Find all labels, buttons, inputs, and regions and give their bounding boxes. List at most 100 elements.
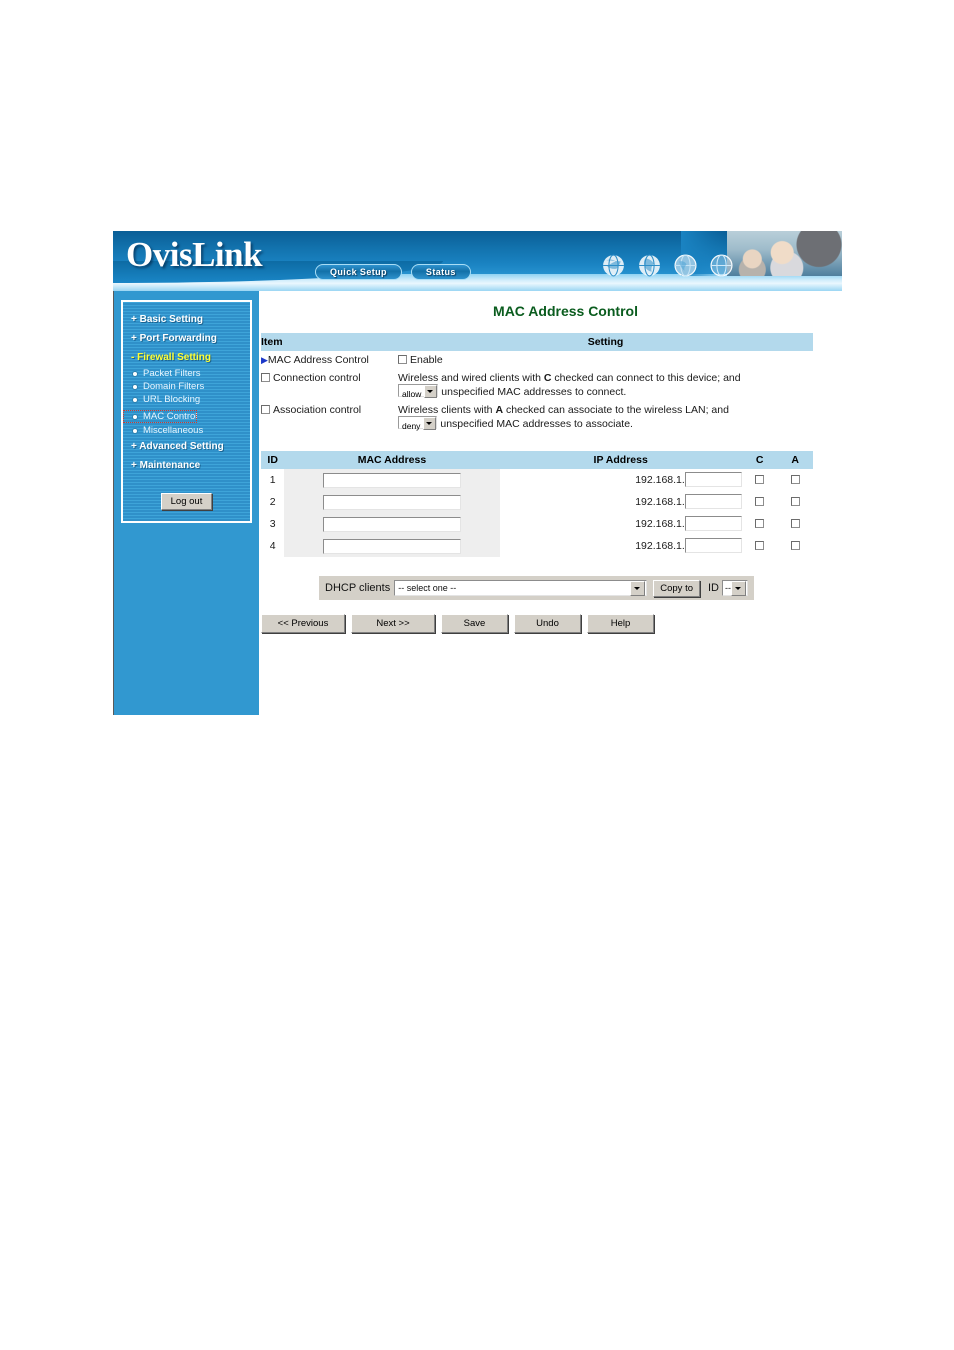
previous-button[interactable]: << Previous <box>261 614 345 633</box>
dhcp-clients-panel: DHCP clients -- select one -- Copy to ID… <box>319 576 754 600</box>
save-button[interactable]: Save <box>441 614 508 633</box>
sidebar-item-miscellaneous[interactable]: Miscellaneous <box>123 424 250 437</box>
settings-table: Item Setting ▶MAC Address Control Enable… <box>261 333 813 433</box>
ip-suffix-input-3[interactable] <box>684 516 742 531</box>
label-mac-address-control-cell: ▶MAC Address Control <box>261 351 398 369</box>
label-mac-address-control: MAC Address Control <box>267 354 369 366</box>
c-checkbox-3[interactable] <box>755 519 765 528</box>
undo-button[interactable]: Undo <box>514 614 581 633</box>
sidebar: + Basic Setting + Port Forwarding - Fire… <box>113 291 259 715</box>
a-checkbox-1[interactable] <box>790 475 800 484</box>
c-checkbox-1[interactable] <box>755 475 765 484</box>
label-connection-control-cell: Connection control <box>261 369 398 401</box>
status-button[interactable]: Status <box>410 264 471 280</box>
main-content: MAC Address Control Item Setting ▶MAC Ad… <box>259 291 842 715</box>
ip-suffix-input-1[interactable] <box>684 472 742 487</box>
column-header-a: A <box>777 451 813 469</box>
ip-suffix-input-4[interactable] <box>684 538 742 553</box>
logout-button[interactable]: Log out <box>160 493 213 510</box>
chevron-down-icon <box>424 385 438 398</box>
sidebar-item-firewall-setting[interactable]: - Firewall Setting <box>123 348 250 367</box>
c-checkbox-2[interactable] <box>755 497 765 506</box>
column-header-ip-address: IP Address <box>499 451 742 469</box>
row-connection-control: Connection control Wireless and wired cl… <box>261 369 813 401</box>
sidebar-item-port-forwarding[interactable]: + Port Forwarding <box>123 329 250 348</box>
row-mac-address-control: ▶MAC Address Control Enable <box>261 351 813 369</box>
connection-text-tail: unspecified MAC addresses to connect. <box>438 386 627 398</box>
cell-mac-address <box>284 491 500 513</box>
column-header-mac-address: MAC Address <box>284 451 500 469</box>
sidebar-item-packet-filters[interactable]: Packet Filters <box>123 367 250 380</box>
table-row: 4 192.168.1. <box>261 535 813 557</box>
chevron-down-icon <box>731 580 746 596</box>
sidebar-item-url-blocking[interactable]: URL Blocking <box>123 393 250 406</box>
a-checkbox-2[interactable] <box>790 497 800 506</box>
enable-checkbox[interactable] <box>398 355 407 364</box>
connection-text-before: Wireless and wired clients with <box>398 372 544 384</box>
row-association-control: Association control Wireless clients wit… <box>261 401 813 433</box>
ip-prefix-4: 192.168.1. <box>635 540 685 552</box>
label-connection-control: Connection control <box>273 372 361 384</box>
label-association-control-cell: Association control <box>261 401 398 433</box>
connection-policy-select[interactable]: allow <box>398 384 439 399</box>
sidebar-item-mac-control[interactable]: MAC Control <box>123 410 198 423</box>
dhcp-clients-select[interactable]: -- select one -- <box>394 580 648 596</box>
page-title: MAC Address Control <box>493 303 638 319</box>
cell-association-control-setting: Wireless clients with A checked can asso… <box>398 401 813 433</box>
table-row: 3 192.168.1. <box>261 513 813 535</box>
mac-address-input-3[interactable] <box>322 516 461 532</box>
connection-control-checkbox[interactable] <box>261 373 270 382</box>
mac-address-input-4[interactable] <box>322 538 461 554</box>
settings-table-header-row: Item Setting <box>261 333 813 351</box>
dhcp-clients-label: DHCP clients <box>325 582 391 594</box>
next-button[interactable]: Next >> <box>351 614 435 633</box>
cell-row-id: 2 <box>261 491 285 513</box>
mac-table-header-row: ID MAC Address IP Address C A <box>261 451 813 469</box>
globe-icon-4 <box>710 254 733 277</box>
association-text-tail: unspecified MAC addresses to associate. <box>437 418 633 430</box>
cell-c <box>741 535 778 557</box>
sidebar-item-advanced-setting[interactable]: + Advanced Setting <box>123 437 250 456</box>
cell-c <box>741 491 778 513</box>
ip-prefix-3: 192.168.1. <box>635 518 685 530</box>
cell-mac-address <box>284 469 500 491</box>
cell-a <box>777 469 813 491</box>
sidebar-menu: + Basic Setting + Port Forwarding - Fire… <box>121 300 252 523</box>
help-button[interactable]: Help <box>587 614 654 633</box>
cell-c <box>741 513 778 535</box>
mac-address-input-1[interactable] <box>322 472 461 488</box>
a-checkbox-4[interactable] <box>790 541 800 550</box>
ip-prefix-2: 192.168.1. <box>635 496 685 508</box>
column-header-c: C <box>741 451 778 469</box>
enable-label: Enable <box>410 354 443 366</box>
table-row: 2 192.168.1. <box>261 491 813 513</box>
cell-a <box>777 491 813 513</box>
column-header-setting: Setting <box>398 333 813 351</box>
copy-to-button[interactable]: Copy to <box>653 579 700 597</box>
ip-suffix-input-2[interactable] <box>684 494 742 509</box>
chevron-down-icon <box>630 580 646 596</box>
cell-row-id: 3 <box>261 513 285 535</box>
sidebar-item-maintenance[interactable]: + Maintenance <box>123 456 250 475</box>
sidebar-item-domain-filters[interactable]: Domain Filters <box>123 380 250 393</box>
cell-ip-address: 192.168.1. <box>499 535 742 557</box>
mac-address-input-2[interactable] <box>322 494 461 510</box>
association-control-checkbox[interactable] <box>261 405 270 414</box>
quick-setup-button[interactable]: Quick Setup <box>315 264 402 280</box>
id-select[interactable]: -- <box>722 580 748 596</box>
chevron-down-icon <box>423 417 437 430</box>
association-bold-letter: A <box>495 404 504 416</box>
c-checkbox-4[interactable] <box>755 541 765 550</box>
association-text-after: checked can associate to the wireless LA… <box>503 404 729 416</box>
ip-prefix-1: 192.168.1. <box>635 474 685 486</box>
id-label: ID <box>708 582 719 594</box>
cell-row-id: 1 <box>261 469 285 491</box>
association-policy-select[interactable]: deny <box>398 416 438 431</box>
cell-ip-address: 192.168.1. <box>499 513 742 535</box>
sidebar-item-basic-setting[interactable]: + Basic Setting <box>123 310 250 329</box>
a-checkbox-3[interactable] <box>790 519 800 528</box>
bottom-spacer <box>259 633 842 691</box>
page-body: + Basic Setting + Port Forwarding - Fire… <box>113 291 842 715</box>
association-text-before: Wireless clients with <box>398 404 496 416</box>
header-banner: OvisLink Quick Setup Status <box>113 231 842 291</box>
